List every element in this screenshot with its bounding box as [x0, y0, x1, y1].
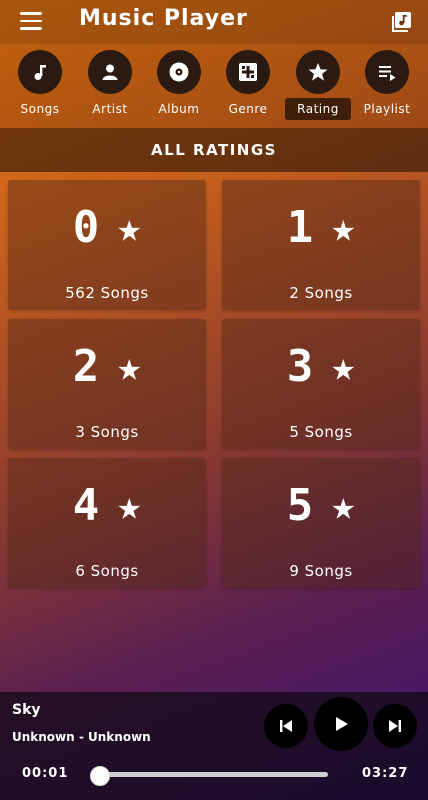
tab-artist[interactable]: Artist: [76, 48, 144, 124]
elapsed-time: 00:01: [22, 766, 69, 781]
seek-thumb[interactable]: [90, 766, 110, 786]
song-count: 2 Songs: [289, 284, 353, 302]
person-icon: [88, 50, 132, 94]
menu-icon[interactable]: [20, 12, 42, 30]
play-button[interactable]: [314, 697, 368, 751]
rating-value: 2: [72, 341, 100, 392]
playlist-icon: [365, 50, 409, 94]
tab-songs[interactable]: Songs: [6, 48, 74, 124]
rating-card-1[interactable]: 1 ★ 2 Songs: [222, 180, 420, 310]
tab-label: Rating: [285, 98, 351, 120]
rating-card-2[interactable]: 2 ★ 3 Songs: [8, 319, 206, 449]
music-library-icon[interactable]: [390, 11, 412, 33]
tab-label: Artist: [92, 102, 128, 116]
category-tabs: Songs Artist Album Genre Rating Playlist: [0, 44, 428, 128]
total-duration: 03:27: [362, 766, 409, 781]
section-title: ALL RATINGS: [0, 128, 428, 172]
previous-button[interactable]: [264, 704, 308, 748]
rating-card-0[interactable]: 0 ★ 562 Songs: [8, 180, 206, 310]
star-icon: ★: [331, 343, 356, 390]
rating-value: 0: [72, 202, 100, 253]
now-playing-artist: Unknown - Unknown: [12, 730, 151, 744]
next-button[interactable]: [373, 704, 417, 748]
rating-value: 1: [286, 202, 314, 253]
seek-bar[interactable]: [98, 772, 328, 777]
tab-genre[interactable]: Genre: [214, 48, 282, 124]
rating-card-5[interactable]: 5 ★ 9 Songs: [222, 458, 420, 588]
star-icon: [296, 50, 340, 94]
top-bar: Music Player: [0, 0, 428, 44]
rating-card-4[interactable]: 4 ★ 6 Songs: [8, 458, 206, 588]
mini-player: Sky Unknown - Unknown 00:01 03:27: [0, 692, 428, 800]
tab-playlist[interactable]: Playlist: [353, 48, 421, 124]
tab-label: Album: [158, 102, 200, 116]
tab-label: Playlist: [363, 102, 411, 116]
rating-value: 5: [286, 480, 314, 531]
tab-rating[interactable]: Rating: [284, 48, 352, 124]
app-title: Music Player: [79, 6, 248, 31]
star-icon: ★: [331, 204, 356, 251]
skip-next-icon: [389, 720, 401, 732]
star-icon: ★: [331, 482, 356, 529]
genre-icon: [226, 50, 270, 94]
rating-value: 3: [286, 341, 314, 392]
song-count: 6 Songs: [75, 562, 139, 580]
play-icon: [336, 717, 348, 731]
tab-label: Songs: [20, 102, 60, 116]
tab-album[interactable]: Album: [145, 48, 213, 124]
music-note-icon: [18, 50, 62, 94]
star-icon: ★: [117, 482, 142, 529]
now-playing-title: Sky: [12, 702, 41, 718]
song-count: 3 Songs: [75, 423, 139, 441]
star-icon: ★: [117, 204, 142, 251]
disc-icon: [157, 50, 201, 94]
star-icon: ★: [117, 343, 142, 390]
rating-value: 4: [72, 480, 100, 531]
skip-previous-icon: [280, 720, 292, 732]
tab-label: Genre: [228, 102, 268, 116]
song-count: 562 Songs: [65, 284, 149, 302]
rating-card-3[interactable]: 3 ★ 5 Songs: [222, 319, 420, 449]
song-count: 9 Songs: [289, 562, 353, 580]
song-count: 5 Songs: [289, 423, 353, 441]
